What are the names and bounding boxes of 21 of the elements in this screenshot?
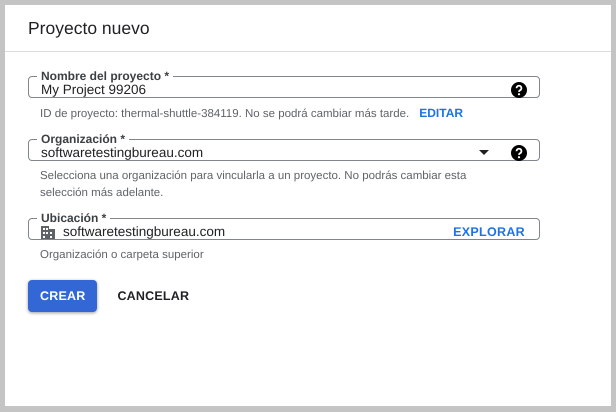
field-value: softwaretestingbureau.com — [41, 145, 204, 160]
field-hint: Organización o carpeta superior — [40, 248, 205, 263]
dropdown-arrow-icon[interactable] — [479, 150, 489, 155]
field-hint: ID de proyecto: thermal-shuttle-384119. No se podrá cambiar más tarde. — [40, 108, 410, 120]
help-icon[interactable] — [511, 144, 527, 160]
cancel-button[interactable]: CANCELAR — [105, 280, 202, 312]
field-label: Ubicación * — [40, 210, 108, 226]
organization-dropdown[interactable]: Organización * softwaretestingbureau.com — [28, 131, 540, 161]
field-value: My Project 99206 — [41, 82, 146, 97]
field-value: softwaretestingbureau.com — [63, 224, 226, 239]
location-field[interactable]: Ubicación * softwaretestingbureau.com EXPLORAR — [28, 210, 540, 240]
field-hint: Selecciona una organización para vincularla a un proyecto. No podrás cambiar esta selección más adelante. — [40, 169, 468, 201]
explore-button[interactable]: EXPLORAR — [453, 224, 525, 238]
create-button[interactable]: CREAR — [28, 280, 98, 312]
help-icon[interactable] — [511, 82, 527, 98]
edit-link[interactable]: EDITAR — [419, 106, 464, 120]
dialog-title: Proyecto nuevo — [28, 18, 150, 38]
field-label: Nombre del proyecto * — [40, 68, 170, 84]
project-name-field[interactable]: Nombre del proyecto * My Project 99206 — [28, 68, 540, 98]
building-icon — [41, 224, 55, 238]
field-label: Organización * — [40, 131, 126, 147]
